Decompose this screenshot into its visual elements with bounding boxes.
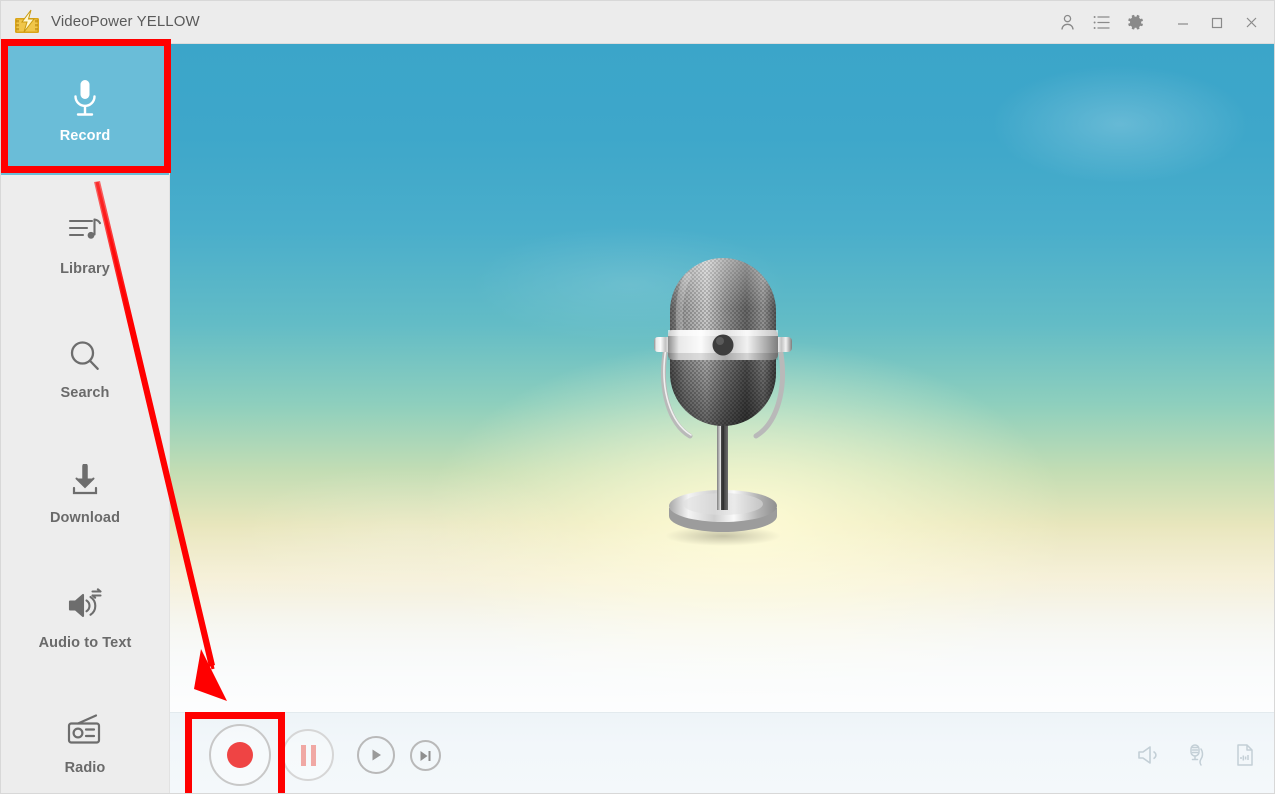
- transport-bar: [170, 712, 1274, 793]
- cloud-decoration: [230, 464, 590, 604]
- sidebar-item-label: Audio to Text: [38, 635, 132, 651]
- sidebar-item-record[interactable]: Record: [1, 44, 169, 175]
- cloud-band: [170, 522, 1274, 712]
- sidebar-item-download[interactable]: Download: [1, 437, 169, 547]
- pause-button[interactable]: [282, 729, 334, 781]
- maximize-button[interactable]: [1200, 1, 1234, 44]
- titlebar-icon-group: [1050, 1, 1268, 44]
- play-triangle-icon: [372, 749, 381, 761]
- record-button[interactable]: [209, 724, 271, 786]
- sidebar-item-search[interactable]: Search: [1, 312, 169, 422]
- sidebar: Record Library Search Download Audio to …: [1, 44, 170, 793]
- microphone-illustration: [654, 258, 792, 546]
- download-arrow-icon: [66, 458, 104, 504]
- sidebar-item-audio-to-text[interactable]: Audio to Text: [1, 562, 169, 672]
- play-button[interactable]: [357, 736, 395, 774]
- radio-icon: [65, 708, 105, 754]
- sidebar-item-library[interactable]: Library: [1, 188, 169, 298]
- output-file-icon[interactable]: [1228, 738, 1262, 772]
- microphone-source-icon[interactable]: [1180, 738, 1214, 772]
- sidebar-item-label: Library: [60, 261, 110, 277]
- transport-right-tools: [1132, 713, 1262, 793]
- music-library-icon: [67, 209, 103, 255]
- task-list-icon[interactable]: [1084, 1, 1118, 44]
- title-bar: VideoPower YELLOW: [1, 1, 1274, 44]
- minimize-button[interactable]: [1166, 1, 1200, 44]
- window-title: VideoPower YELLOW: [51, 13, 200, 30]
- skip-next-icon: [420, 750, 431, 761]
- settings-gear-icon[interactable]: [1118, 1, 1152, 44]
- microphone-icon: [70, 76, 100, 122]
- volume-icon[interactable]: [1132, 738, 1166, 772]
- main-stage: [170, 44, 1274, 712]
- sidebar-item-label: Download: [49, 510, 121, 526]
- close-button[interactable]: [1234, 1, 1268, 44]
- pause-bars-icon: [300, 744, 316, 766]
- app-window: VideoPower YELLOW Record Library Search …: [0, 0, 1275, 794]
- sidebar-item-label: Radio: [64, 760, 106, 776]
- magnifier-icon: [67, 333, 103, 379]
- sidebar-item-label: Search: [60, 385, 110, 401]
- app-logo-icon: [15, 9, 39, 33]
- sidebar-item-label: Record: [59, 127, 111, 144]
- speaker-convert-icon: [65, 583, 105, 629]
- sidebar-item-radio[interactable]: Radio: [1, 687, 169, 793]
- next-track-button[interactable]: [410, 740, 441, 771]
- account-icon[interactable]: [1050, 1, 1084, 44]
- cloud-decoration: [990, 64, 1250, 184]
- record-dot-icon: [227, 742, 253, 768]
